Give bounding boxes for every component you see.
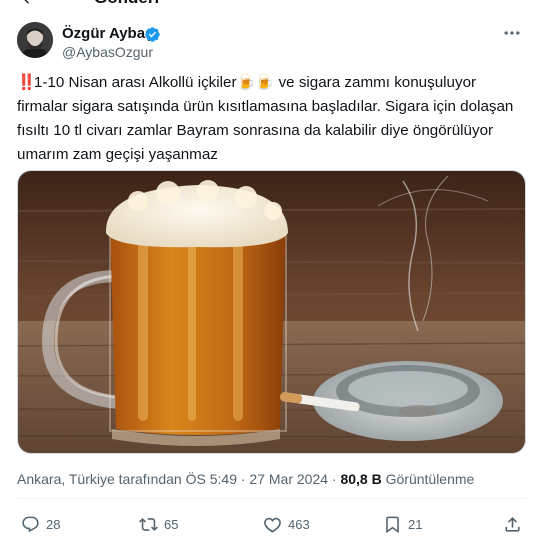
author-handle[interactable]: @AybasOzgur bbox=[62, 44, 153, 60]
more-options-button[interactable] bbox=[497, 22, 527, 46]
page-title: Gönderi bbox=[94, 0, 159, 8]
repost-count: 65 bbox=[164, 516, 179, 532]
beer-emoji: 🍺🍺 bbox=[236, 74, 275, 91]
share-button[interactable] bbox=[503, 510, 522, 538]
reply-button[interactable]: 28 bbox=[21, 510, 60, 538]
more-dots-icon bbox=[504, 30, 520, 35]
tweet-text: ‼️1-10 Nisan arası Alkollü içkiler🍺🍺 ve … bbox=[17, 71, 527, 167]
verified-badge-icon bbox=[145, 27, 160, 42]
repost-icon bbox=[139, 517, 158, 531]
double-exclamation-emoji: ‼️ bbox=[17, 74, 36, 91]
arrow-left-icon[interactable] bbox=[20, 0, 36, 6]
share-icon bbox=[505, 516, 520, 532]
bookmark-icon bbox=[386, 516, 399, 533]
like-button[interactable]: 463 bbox=[263, 510, 310, 538]
tweet-author: Özgür Aybaş @AybasOzgur bbox=[17, 22, 527, 62]
tweet-detail-page: Gönderi Özgür Aybaş @AybasOzgur bbox=[0, 0, 543, 547]
beer-and-cigarette-photo bbox=[18, 171, 525, 453]
display-name[interactable]: Özgür Aybaş bbox=[62, 25, 153, 42]
bookmark-count: 21 bbox=[408, 516, 423, 532]
reply-icon bbox=[22, 516, 39, 532]
tweet-text-body: firmalar sigara satışında ürün kısıtlama… bbox=[17, 98, 514, 163]
reply-count: 28 bbox=[46, 516, 61, 532]
tweet-text-line1-rest: ve sigara zammı konuşuluyor bbox=[274, 74, 477, 91]
top-bar: Gönderi bbox=[0, 0, 543, 8]
bookmark-button[interactable]: 21 bbox=[383, 510, 422, 538]
views-label: Görüntülenme bbox=[381, 471, 475, 487]
location-time: Ankara, Türkiye tarafından ÖS 5:49 · 27 … bbox=[17, 471, 341, 487]
tweet-text-line1: 1-10 Nisan arası Alkollü içkiler bbox=[33, 74, 237, 91]
repost-button[interactable]: 65 bbox=[139, 510, 178, 538]
tweet-actions: 28 65 463 21 bbox=[17, 510, 526, 538]
views-count: 80,8 B bbox=[340, 471, 382, 487]
like-count: 463 bbox=[288, 516, 310, 532]
avatar[interactable] bbox=[17, 22, 53, 58]
heart-icon bbox=[264, 517, 281, 533]
tweet-media-photo[interactable] bbox=[17, 170, 526, 454]
tweet-meta: Ankara, Türkiye tarafından ÖS 5:49 · 27 … bbox=[17, 471, 474, 487]
divider bbox=[17, 498, 526, 499]
